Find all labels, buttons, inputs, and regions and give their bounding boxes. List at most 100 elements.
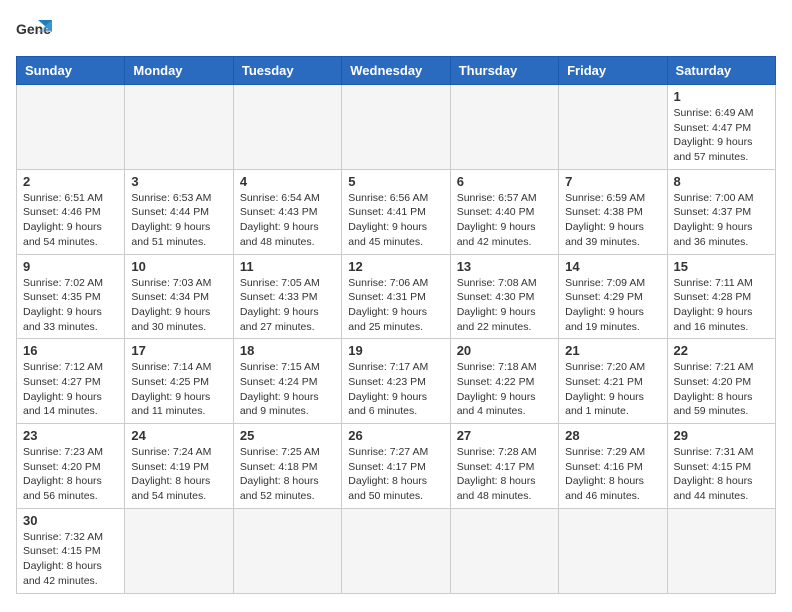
calendar-cell: 5 Sunrise: 6:56 AM Sunset: 4:41 PM Daylig… xyxy=(342,169,450,254)
day-info: Sunrise: 7:06 AM Sunset: 4:31 PM Dayligh… xyxy=(348,276,443,335)
day-info: Sunrise: 6:54 AM Sunset: 4:43 PM Dayligh… xyxy=(240,191,335,250)
calendar-week-row: 1Sunrise: 6:49 AM Sunset: 4:47 PM Daylig… xyxy=(17,85,776,170)
day-number: 20 xyxy=(457,343,552,358)
calendar-week-row: 9 Sunrise: 7:02 AM Sunset: 4:35 PM Daylig… xyxy=(17,254,776,339)
day-info: Sunrise: 7:27 AM Sunset: 4:17 PM Dayligh… xyxy=(348,445,443,504)
calendar-cell: 13 Sunrise: 7:08 AM Sunset: 4:30 PM Dayli… xyxy=(450,254,558,339)
day-info: Sunrise: 7:25 AM Sunset: 4:18 PM Dayligh… xyxy=(240,445,335,504)
day-number: 6 xyxy=(457,174,552,189)
calendar-cell: 17 Sunrise: 7:14 AM Sunset: 4:25 PM Dayli… xyxy=(125,339,233,424)
day-info: Sunrise: 7:32 AM Sunset: 4:15 PM Dayligh… xyxy=(23,530,118,589)
day-number: 14 xyxy=(565,259,660,274)
day-number: 25 xyxy=(240,428,335,443)
calendar-cell xyxy=(233,508,341,593)
day-info: Sunrise: 7:12 AM Sunset: 4:27 PM Dayligh… xyxy=(23,360,118,419)
calendar-cell: 11 Sunrise: 7:05 AM Sunset: 4:33 PM Dayli… xyxy=(233,254,341,339)
day-info: Sunrise: 6:57 AM Sunset: 4:40 PM Dayligh… xyxy=(457,191,552,250)
day-number: 9 xyxy=(23,259,118,274)
calendar-cell xyxy=(125,85,233,170)
calendar-cell: 15 Sunrise: 7:11 AM Sunset: 4:28 PM Dayli… xyxy=(667,254,775,339)
calendar-cell: 6 Sunrise: 6:57 AM Sunset: 4:40 PM Daylig… xyxy=(450,169,558,254)
calendar-cell xyxy=(559,85,667,170)
day-info: Sunrise: 6:49 AM Sunset: 4:47 PM Dayligh… xyxy=(674,106,769,165)
day-number: 7 xyxy=(565,174,660,189)
day-number: 19 xyxy=(348,343,443,358)
calendar-cell: 8Sunrise: 7:00 AM Sunset: 4:37 PM Daylig… xyxy=(667,169,775,254)
calendar-cell: 21 Sunrise: 7:20 AM Sunset: 4:21 PM Dayli… xyxy=(559,339,667,424)
calendar-cell xyxy=(450,508,558,593)
day-info: Sunrise: 7:28 AM Sunset: 4:17 PM Dayligh… xyxy=(457,445,552,504)
day-info: Sunrise: 7:23 AM Sunset: 4:20 PM Dayligh… xyxy=(23,445,118,504)
day-number: 24 xyxy=(131,428,226,443)
day-number: 17 xyxy=(131,343,226,358)
day-info: Sunrise: 7:31 AM Sunset: 4:15 PM Dayligh… xyxy=(674,445,769,504)
day-info: Sunrise: 7:08 AM Sunset: 4:30 PM Dayligh… xyxy=(457,276,552,335)
calendar-cell: 22 Sunrise: 7:21 AM Sunset: 4:20 PM Dayli… xyxy=(667,339,775,424)
calendar-cell: 10Sunrise: 7:03 AM Sunset: 4:34 PM Dayli… xyxy=(125,254,233,339)
calendar-cell: 14Sunrise: 7:09 AM Sunset: 4:29 PM Dayli… xyxy=(559,254,667,339)
logo-icon: General xyxy=(16,16,52,44)
calendar-cell: 18 Sunrise: 7:15 AM Sunset: 4:24 PM Dayli… xyxy=(233,339,341,424)
day-number: 21 xyxy=(565,343,660,358)
calendar-table: SundayMondayTuesdayWednesdayThursdayFrid… xyxy=(16,56,776,594)
day-info: Sunrise: 7:24 AM Sunset: 4:19 PM Dayligh… xyxy=(131,445,226,504)
day-info: Sunrise: 6:53 AM Sunset: 4:44 PM Dayligh… xyxy=(131,191,226,250)
logo: General xyxy=(16,16,56,44)
day-info: Sunrise: 7:20 AM Sunset: 4:21 PM Dayligh… xyxy=(565,360,660,419)
day-number: 15 xyxy=(674,259,769,274)
weekday-tuesday: Tuesday xyxy=(233,57,341,85)
calendar-cell: 27Sunrise: 7:28 AM Sunset: 4:17 PM Dayli… xyxy=(450,424,558,509)
day-number: 11 xyxy=(240,259,335,274)
calendar-cell xyxy=(342,85,450,170)
day-number: 16 xyxy=(23,343,118,358)
weekday-saturday: Saturday xyxy=(667,57,775,85)
calendar-cell: 16 Sunrise: 7:12 AM Sunset: 4:27 PM Dayli… xyxy=(17,339,125,424)
calendar-cell: 3 Sunrise: 6:53 AM Sunset: 4:44 PM Daylig… xyxy=(125,169,233,254)
day-number: 12 xyxy=(348,259,443,274)
calendar-cell: 7 Sunrise: 6:59 AM Sunset: 4:38 PM Daylig… xyxy=(559,169,667,254)
day-number: 5 xyxy=(348,174,443,189)
calendar-cell: 24 Sunrise: 7:24 AM Sunset: 4:19 PM Dayli… xyxy=(125,424,233,509)
calendar-cell: 19 Sunrise: 7:17 AM Sunset: 4:23 PM Dayli… xyxy=(342,339,450,424)
calendar-cell: 25 Sunrise: 7:25 AM Sunset: 4:18 PM Dayli… xyxy=(233,424,341,509)
day-info: Sunrise: 7:02 AM Sunset: 4:35 PM Dayligh… xyxy=(23,276,118,335)
day-info: Sunrise: 7:11 AM Sunset: 4:28 PM Dayligh… xyxy=(674,276,769,335)
day-number: 4 xyxy=(240,174,335,189)
day-info: Sunrise: 7:21 AM Sunset: 4:20 PM Dayligh… xyxy=(674,360,769,419)
calendar-cell xyxy=(667,508,775,593)
calendar-cell xyxy=(125,508,233,593)
calendar-cell xyxy=(233,85,341,170)
day-number: 30 xyxy=(23,513,118,528)
weekday-sunday: Sunday xyxy=(17,57,125,85)
day-info: Sunrise: 7:15 AM Sunset: 4:24 PM Dayligh… xyxy=(240,360,335,419)
calendar-cell: 20Sunrise: 7:18 AM Sunset: 4:22 PM Dayli… xyxy=(450,339,558,424)
day-number: 3 xyxy=(131,174,226,189)
calendar-week-row: 23Sunrise: 7:23 AM Sunset: 4:20 PM Dayli… xyxy=(17,424,776,509)
calendar-cell: 12 Sunrise: 7:06 AM Sunset: 4:31 PM Dayli… xyxy=(342,254,450,339)
day-number: 18 xyxy=(240,343,335,358)
calendar-cell xyxy=(342,508,450,593)
weekday-monday: Monday xyxy=(125,57,233,85)
calendar-cell: 23Sunrise: 7:23 AM Sunset: 4:20 PM Dayli… xyxy=(17,424,125,509)
day-number: 29 xyxy=(674,428,769,443)
day-info: Sunrise: 7:14 AM Sunset: 4:25 PM Dayligh… xyxy=(131,360,226,419)
calendar-cell: 4 Sunrise: 6:54 AM Sunset: 4:43 PM Daylig… xyxy=(233,169,341,254)
day-info: Sunrise: 6:59 AM Sunset: 4:38 PM Dayligh… xyxy=(565,191,660,250)
weekday-wednesday: Wednesday xyxy=(342,57,450,85)
day-number: 22 xyxy=(674,343,769,358)
day-info: Sunrise: 6:56 AM Sunset: 4:41 PM Dayligh… xyxy=(348,191,443,250)
calendar-week-row: 2Sunrise: 6:51 AM Sunset: 4:46 PM Daylig… xyxy=(17,169,776,254)
calendar-cell: 30 Sunrise: 7:32 AM Sunset: 4:15 PM Dayli… xyxy=(17,508,125,593)
weekday-friday: Friday xyxy=(559,57,667,85)
day-info: Sunrise: 7:17 AM Sunset: 4:23 PM Dayligh… xyxy=(348,360,443,419)
day-info: Sunrise: 7:05 AM Sunset: 4:33 PM Dayligh… xyxy=(240,276,335,335)
day-info: Sunrise: 7:03 AM Sunset: 4:34 PM Dayligh… xyxy=(131,276,226,335)
day-info: Sunrise: 7:00 AM Sunset: 4:37 PM Dayligh… xyxy=(674,191,769,250)
calendar-week-row: 30 Sunrise: 7:32 AM Sunset: 4:15 PM Dayli… xyxy=(17,508,776,593)
calendar-cell: 1Sunrise: 6:49 AM Sunset: 4:47 PM Daylig… xyxy=(667,85,775,170)
day-info: Sunrise: 7:29 AM Sunset: 4:16 PM Dayligh… xyxy=(565,445,660,504)
weekday-header-row: SundayMondayTuesdayWednesdayThursdayFrid… xyxy=(17,57,776,85)
calendar-cell: 9 Sunrise: 7:02 AM Sunset: 4:35 PM Daylig… xyxy=(17,254,125,339)
day-number: 28 xyxy=(565,428,660,443)
day-number: 13 xyxy=(457,259,552,274)
